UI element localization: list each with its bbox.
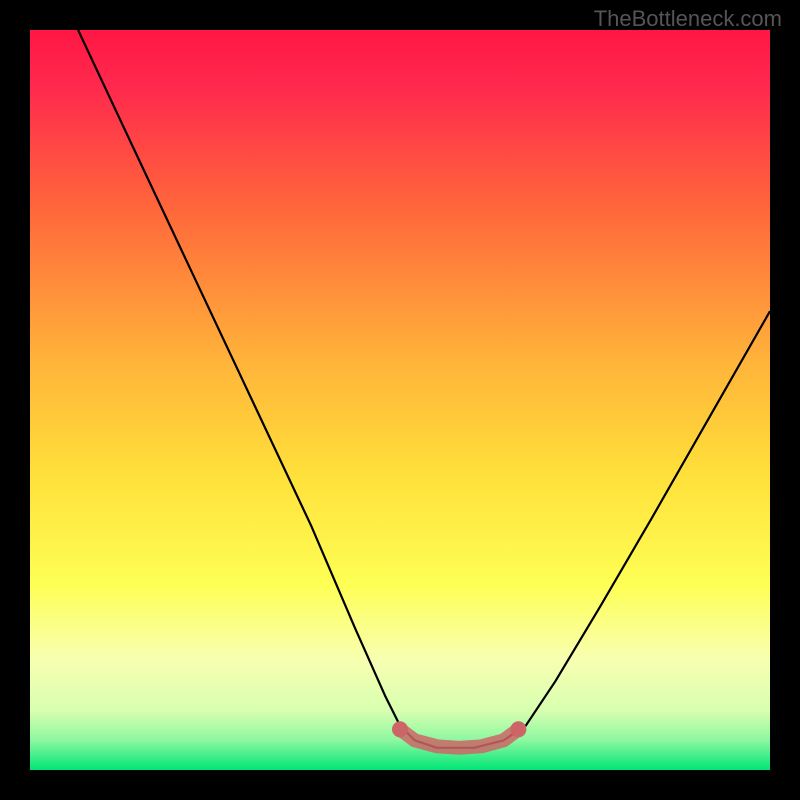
chart-svg [30, 30, 770, 770]
optimal-range-endpoint [392, 721, 408, 737]
optimal-range-endpoint [510, 721, 526, 737]
gradient-background [30, 30, 770, 770]
plot-area [30, 30, 770, 770]
watermark-text: TheBottleneck.com [594, 6, 782, 32]
chart-root: TheBottleneck.com [0, 0, 800, 800]
